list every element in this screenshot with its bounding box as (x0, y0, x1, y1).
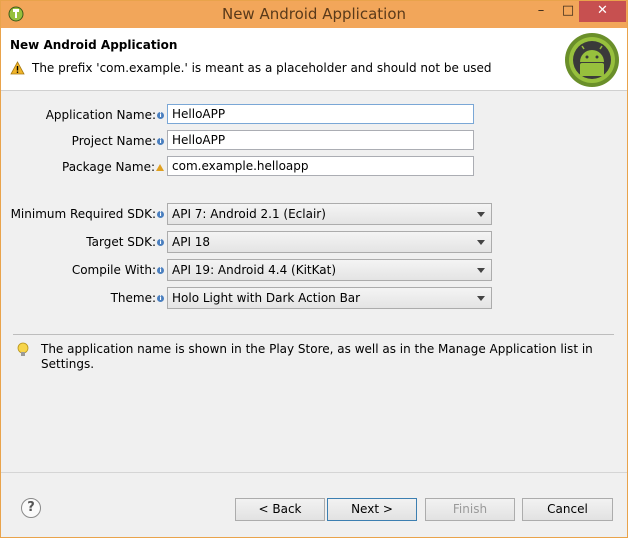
compile-with-value: API 19: Android 4.4 (KitKat) (172, 263, 337, 277)
warning-icon (10, 61, 25, 75)
wizard-title: New Android Application (10, 38, 178, 52)
title-bar[interactable]: New Android Application – □ ✕ (1, 1, 627, 28)
chevron-down-icon (477, 212, 485, 217)
theme-select[interactable]: Holo Light with Dark Action Bar (167, 287, 492, 309)
package-name-label: Package Name: (62, 160, 164, 174)
theme-label-text: Theme: (110, 291, 156, 305)
project-name-label-text: Project Name: (71, 134, 156, 148)
project-name-label: Project Name: i (72, 134, 164, 148)
theme-label: Theme: i (111, 291, 164, 305)
package-name-field[interactable]: com.example.helloapp (167, 156, 474, 176)
chevron-down-icon (477, 240, 485, 245)
compile-with-select[interactable]: API 19: Android 4.4 (KitKat) (167, 259, 492, 281)
target-sdk-value: API 18 (172, 235, 211, 249)
hint-divider (13, 334, 614, 335)
close-button[interactable]: ✕ (579, 1, 626, 22)
compile-with-label-text: Compile With: (71, 263, 156, 277)
target-sdk-label-text: Target SDK: (86, 235, 156, 249)
lightbulb-icon (17, 342, 29, 356)
application-name-label: Application Name: i (46, 108, 164, 122)
min-sdk-value: API 7: Android 2.1 (Eclair) (172, 207, 326, 221)
info-icon: i (157, 138, 164, 145)
next-button[interactable]: Next > (327, 498, 417, 521)
maximize-button[interactable]: □ (555, 1, 581, 22)
help-button[interactable]: ? (21, 498, 41, 518)
warning-message: The prefix 'com.example.' is meant as a … (32, 61, 492, 75)
back-button[interactable]: < Back (235, 498, 325, 521)
target-sdk-select[interactable]: API 18 (167, 231, 492, 253)
android-logo-icon (565, 33, 619, 87)
minimize-button[interactable]: – (527, 1, 555, 22)
info-icon: i (157, 295, 164, 302)
compile-with-label: Compile With: i (72, 263, 164, 277)
application-name-field[interactable]: HelloAPP (167, 104, 474, 124)
info-icon: i (157, 239, 164, 246)
min-sdk-select[interactable]: API 7: Android 2.1 (Eclair) (167, 203, 492, 225)
chevron-down-icon (477, 296, 485, 301)
dialog-window: New Android Application – □ ✕ New Androi… (0, 0, 628, 538)
min-sdk-label: Minimum Required SDK: i (11, 207, 164, 221)
package-name-label-text: Package Name: (62, 160, 155, 174)
cancel-button[interactable]: Cancel (522, 498, 613, 521)
chevron-down-icon (477, 268, 485, 273)
project-name-field[interactable]: HelloAPP (167, 130, 474, 150)
wizard-header: New Android Application The prefix 'com.… (1, 28, 627, 91)
hint-text: The application name is shown in the Pla… (41, 342, 593, 371)
info-icon: i (157, 211, 164, 218)
theme-value: Holo Light with Dark Action Bar (172, 291, 361, 305)
application-name-label-text: Application Name: (45, 108, 156, 122)
target-sdk-label: Target SDK: i (86, 235, 164, 249)
footer-divider (1, 472, 627, 473)
info-icon: i (157, 112, 164, 119)
finish-button[interactable]: Finish (425, 498, 515, 521)
warning-small-icon (156, 164, 164, 171)
min-sdk-label-text: Minimum Required SDK: (10, 207, 156, 221)
info-icon: i (157, 267, 164, 274)
